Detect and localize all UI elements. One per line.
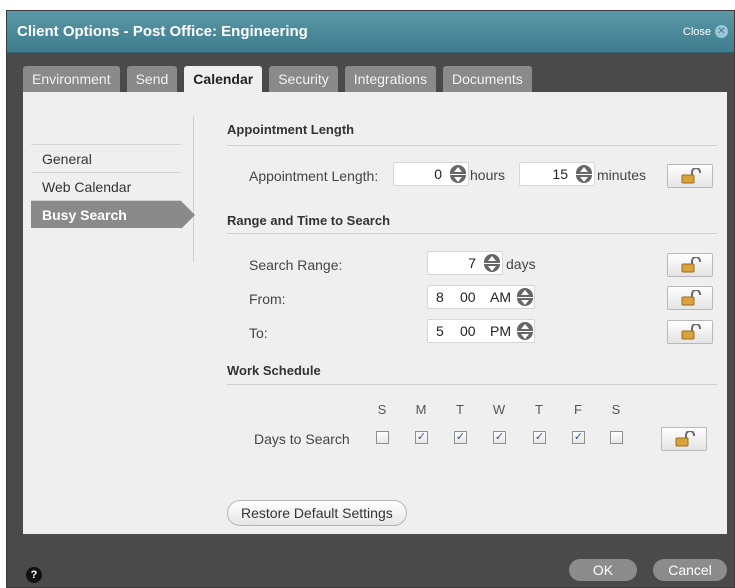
search-range-lock-button[interactable] <box>667 253 713 277</box>
sidebar-item-web-calendar[interactable]: Web Calendar <box>31 172 181 200</box>
minutes-unit: minutes <box>597 167 647 183</box>
dialog-titlebar: Client Options - Post Office: Engineerin… <box>7 11 734 53</box>
appointment-lock-button[interactable] <box>667 164 713 188</box>
tab-bar: Environment Send Calendar Security Integ… <box>23 66 532 97</box>
days-to-search-label: Days to Search <box>254 431 350 447</box>
tab-security[interactable]: Security <box>269 66 338 92</box>
sidebar-divider <box>193 116 194 262</box>
search-range-spinner-icon[interactable] <box>484 254 500 272</box>
calendar-panel: General Web Calendar Busy Search Appoint… <box>23 92 727 534</box>
day-header-thu: T <box>535 402 543 417</box>
day-header-mon: M <box>415 402 427 417</box>
work-schedule-heading: Work Schedule <box>227 363 321 378</box>
sidebar: General Web Calendar Busy Search <box>31 144 195 229</box>
from-ampm[interactable]: AM <box>490 286 511 308</box>
hours-spinner-icon[interactable] <box>450 165 466 183</box>
from-lock-button[interactable] <box>667 286 713 310</box>
search-range-label: Search Range: <box>249 257 343 273</box>
tab-integrations[interactable]: Integrations <box>344 66 436 92</box>
client-options-dialog: Client Options - Post Office: Engineerin… <box>6 10 735 588</box>
from-hour[interactable]: 8 <box>436 286 444 308</box>
lock-icon <box>681 324 701 340</box>
close-icon: ✕ <box>715 25 728 38</box>
schedule-lock-button[interactable] <box>661 427 707 451</box>
section-divider <box>227 145 717 146</box>
day-header-fri: F <box>574 402 582 417</box>
hours-unit: hours <box>470 167 506 183</box>
help-icon[interactable]: ? <box>26 567 42 583</box>
sidebar-item-general[interactable]: General <box>31 144 181 172</box>
search-range-unit: days <box>506 256 536 272</box>
tab-environment[interactable]: Environment <box>23 66 120 92</box>
day-header-tue: T <box>456 402 464 417</box>
day-header-wed: W <box>492 402 506 417</box>
ok-button[interactable]: OK <box>569 559 637 581</box>
lock-icon <box>681 290 701 306</box>
checkbox-sun[interactable] <box>376 431 389 444</box>
lock-icon <box>681 168 701 184</box>
close-label: Close <box>682 25 711 38</box>
close-button[interactable]: Close ✕ <box>683 25 728 38</box>
minutes-spinner-icon[interactable] <box>576 165 592 183</box>
tab-send[interactable]: Send <box>126 66 178 92</box>
tab-documents[interactable]: Documents <box>442 66 532 92</box>
checkbox-fri[interactable]: ✓ <box>572 431 585 444</box>
hours-value: 0 <box>434 166 442 182</box>
day-header-sat: S <box>611 402 621 417</box>
from-spinner-icon[interactable] <box>517 288 533 306</box>
section-divider <box>227 233 717 234</box>
restore-default-settings-button[interactable]: Restore Default Settings <box>227 500 407 526</box>
to-minute[interactable]: 00 <box>460 320 476 342</box>
checkbox-tue[interactable]: ✓ <box>454 431 467 444</box>
to-lock-button[interactable] <box>667 320 713 344</box>
checkbox-mon[interactable]: ✓ <box>415 431 428 444</box>
lock-icon <box>675 431 695 447</box>
appointment-length-label: Appointment Length: <box>249 168 379 184</box>
to-label: To: <box>249 325 268 341</box>
to-spinner-icon[interactable] <box>517 322 533 340</box>
from-label: From: <box>249 291 286 307</box>
to-hour[interactable]: 5 <box>436 320 444 342</box>
lock-icon <box>681 257 701 273</box>
search-range-value: 7 <box>468 255 476 271</box>
to-ampm[interactable]: PM <box>490 320 511 342</box>
range-heading: Range and Time to Search <box>227 213 391 228</box>
sidebar-item-busy-search[interactable]: Busy Search <box>31 200 195 229</box>
appointment-length-heading: Appointment Length <box>227 122 355 137</box>
day-header-sun: S <box>377 402 387 417</box>
from-minute[interactable]: 00 <box>460 286 476 308</box>
section-divider <box>227 384 717 385</box>
cancel-button[interactable]: Cancel <box>653 559 727 581</box>
checkbox-sat[interactable] <box>610 431 623 444</box>
checkbox-wed[interactable]: ✓ <box>493 431 506 444</box>
checkbox-thu[interactable]: ✓ <box>533 431 546 444</box>
dialog-title: Client Options - Post Office: Engineerin… <box>17 23 308 40</box>
minutes-value: 15 <box>552 166 568 182</box>
